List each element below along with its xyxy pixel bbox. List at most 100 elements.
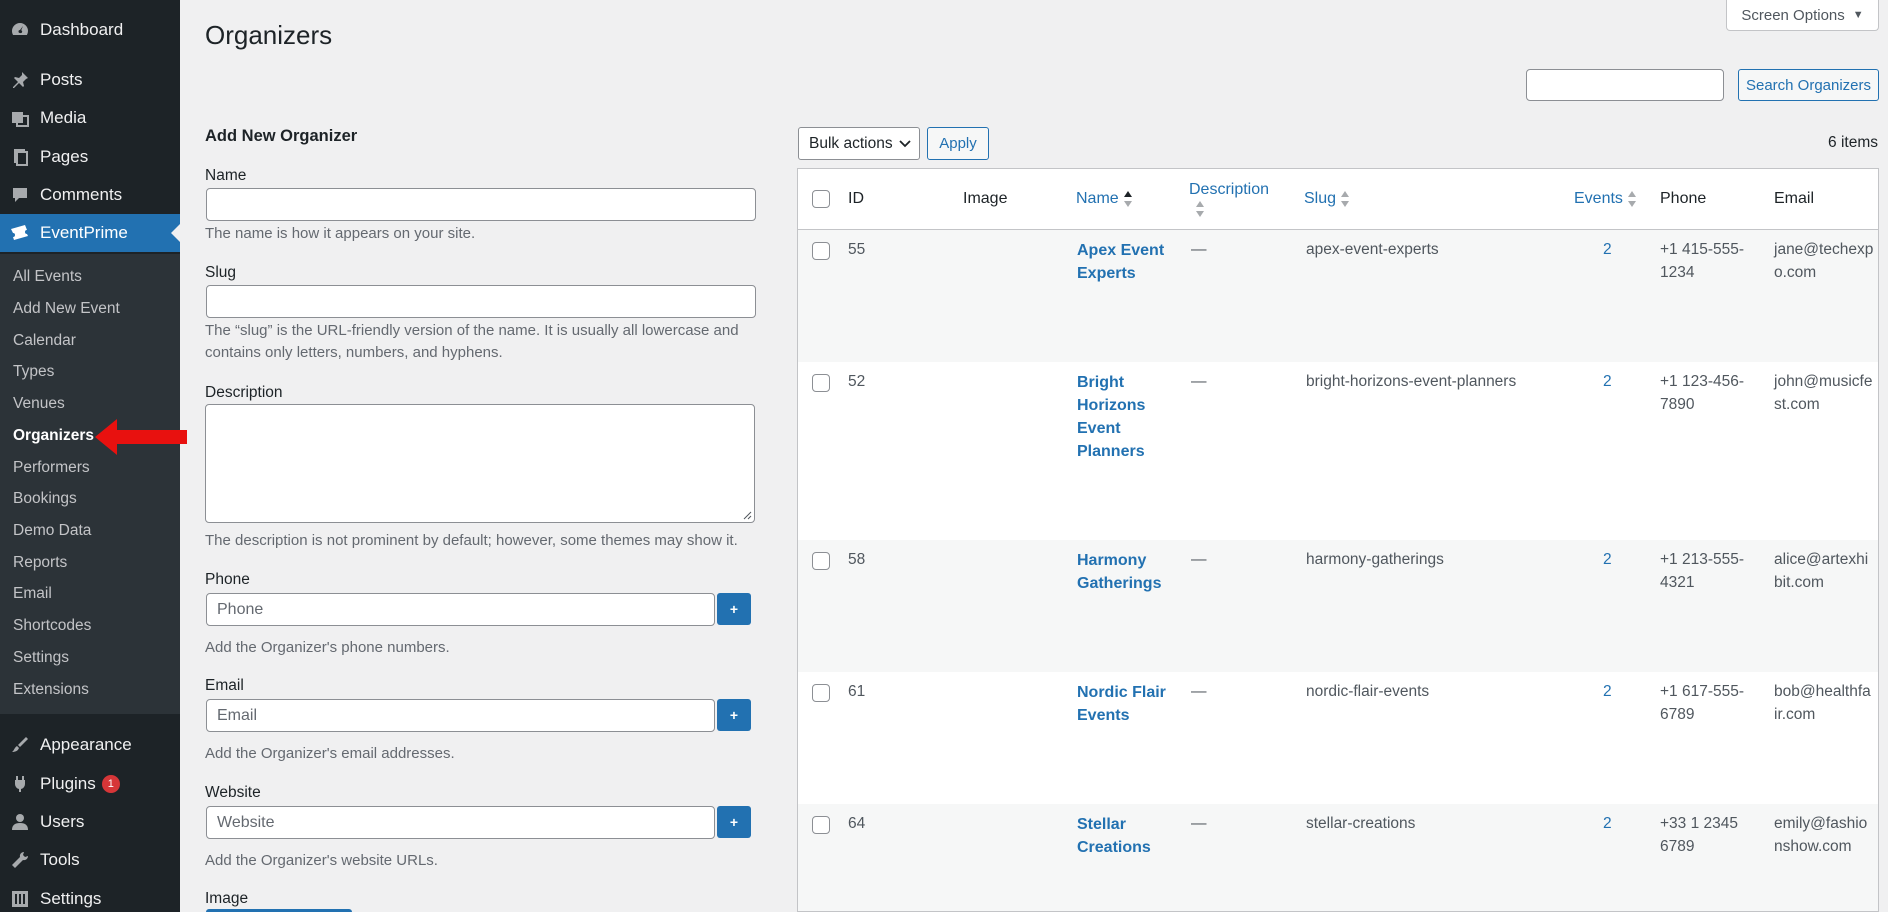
menu-comments[interactable]: Comments bbox=[0, 176, 180, 214]
submenu-email[interactable]: Email bbox=[13, 585, 52, 603]
website-help: Add the Organizer's website URLs. bbox=[205, 852, 438, 869]
column-slug-sort[interactable]: Slug bbox=[1304, 169, 1350, 229]
website-input[interactable]: Website bbox=[206, 806, 715, 839]
menu-users[interactable]: Users bbox=[0, 803, 180, 841]
table-row: 52 Bright Horizons Event Planners — brig… bbox=[798, 362, 1878, 540]
row-checkbox[interactable] bbox=[812, 684, 830, 702]
description-textarea[interactable] bbox=[205, 404, 755, 523]
phone-line: 4321 bbox=[1660, 574, 1695, 591]
media-icon bbox=[0, 108, 40, 128]
menu-plugins[interactable]: Plugins 1 bbox=[0, 765, 180, 803]
menu-dashboard[interactable]: Dashboard bbox=[0, 11, 180, 49]
menu-eventprime[interactable]: EventPrime bbox=[0, 214, 180, 252]
submenu-bookings[interactable]: Bookings bbox=[13, 490, 77, 508]
name-input[interactable] bbox=[206, 188, 756, 221]
tickets-icon bbox=[0, 223, 40, 243]
menu-posts[interactable]: Posts bbox=[0, 61, 180, 99]
email-line: emily@fashio bbox=[1774, 815, 1868, 832]
search-input[interactable] bbox=[1526, 69, 1724, 101]
organizer-name-link[interactable]: Apex Event Experts bbox=[1077, 239, 1164, 285]
name-line: Creations bbox=[1077, 839, 1151, 856]
apply-button[interactable]: Apply bbox=[927, 127, 989, 160]
menu-label: Settings bbox=[40, 889, 102, 908]
row-checkbox[interactable] bbox=[812, 374, 830, 392]
search-organizers-button[interactable]: Search Organizers bbox=[1738, 69, 1879, 101]
submenu-venues[interactable]: Venues bbox=[13, 395, 65, 413]
organizer-name-link[interactable]: Nordic Flair Events bbox=[1077, 681, 1166, 727]
email-input[interactable]: Email bbox=[206, 699, 715, 732]
tools-icon bbox=[0, 850, 40, 870]
table-row: 64 Stellar Creations — stellar-creations… bbox=[798, 804, 1878, 911]
menu-settings[interactable]: Settings bbox=[0, 880, 180, 912]
submenu-organizers[interactable]: Organizers bbox=[13, 427, 94, 445]
name-line: Experts bbox=[1077, 265, 1136, 282]
row-phone: +1 213-555- 4321 bbox=[1660, 548, 1744, 594]
row-id: 64 bbox=[848, 815, 866, 832]
menu-media[interactable]: Media bbox=[0, 99, 180, 137]
add-email-button[interactable]: + bbox=[717, 699, 751, 731]
menu-label: Comments bbox=[40, 185, 123, 204]
submenu-extensions[interactable]: Extensions bbox=[13, 681, 89, 699]
row-events-link[interactable]: 2 bbox=[1603, 370, 1612, 393]
menu-appearance[interactable]: Appearance bbox=[0, 726, 180, 764]
screen-options-label: Screen Options bbox=[1741, 6, 1845, 24]
submenu-reports[interactable]: Reports bbox=[13, 554, 67, 572]
submenu-add-new-event[interactable]: Add New Event bbox=[13, 300, 120, 318]
pages-icon bbox=[0, 147, 40, 167]
submenu-demo-data[interactable]: Demo Data bbox=[13, 522, 91, 540]
row-checkbox[interactable] bbox=[812, 242, 830, 260]
add-phone-button[interactable]: + bbox=[717, 593, 751, 625]
submenu-performers[interactable]: Performers bbox=[13, 459, 90, 477]
row-events-link[interactable]: 2 bbox=[1603, 238, 1612, 261]
name-line: Planners bbox=[1077, 443, 1145, 460]
email-line: bit.com bbox=[1774, 574, 1824, 591]
organizer-name-link[interactable]: Bright Horizons Event Planners bbox=[1077, 371, 1145, 463]
menu-label: Pages bbox=[40, 147, 89, 166]
caret-down-icon: ▼ bbox=[1852, 9, 1864, 21]
column-name-sort[interactable]: Name bbox=[1076, 169, 1133, 229]
column-description-sort[interactable]: Description bbox=[1189, 169, 1269, 229]
select-all-checkbox[interactable] bbox=[812, 190, 830, 208]
submenu-settings[interactable]: Settings bbox=[13, 649, 69, 667]
settings-icon bbox=[0, 889, 40, 909]
slug-help-line2: contains only letters, numbers, and hyph… bbox=[205, 344, 503, 361]
email-help: Add the Organizer's email addresses. bbox=[205, 745, 455, 762]
description-label: Description bbox=[205, 384, 283, 401]
red-arrow-icon bbox=[95, 419, 187, 455]
row-events-link[interactable]: 2 bbox=[1603, 680, 1612, 703]
screen-options-button[interactable]: Screen Options ▼ bbox=[1726, 0, 1879, 31]
column-events-sort[interactable]: Events bbox=[1574, 169, 1637, 229]
phone-help: Add the Organizer's phone numbers. bbox=[205, 639, 450, 656]
submenu-all-events[interactable]: All Events bbox=[13, 268, 82, 286]
row-email: bob@healthfa ir.com bbox=[1774, 680, 1871, 726]
resize-handle-icon[interactable] bbox=[742, 510, 752, 520]
phone-line: +1 415-555- bbox=[1660, 241, 1745, 258]
bulk-actions-select[interactable]: Bulk actions bbox=[798, 127, 920, 160]
name-line: Stellar bbox=[1077, 816, 1126, 833]
phone-line: 1234 bbox=[1660, 264, 1695, 281]
row-phone: +33 1 2345 6789 bbox=[1660, 812, 1738, 858]
slug-input[interactable] bbox=[206, 285, 756, 318]
row-checkbox[interactable] bbox=[812, 816, 830, 834]
row-checkbox[interactable] bbox=[812, 552, 830, 570]
submenu-calendar[interactable]: Calendar bbox=[13, 332, 76, 350]
phone-input[interactable]: Phone bbox=[206, 593, 715, 626]
submenu-shortcodes[interactable]: Shortcodes bbox=[13, 617, 91, 635]
row-events-link[interactable]: 2 bbox=[1603, 548, 1612, 571]
menu-tools[interactable]: Tools bbox=[0, 841, 180, 879]
phone-line: +1 123-456- bbox=[1660, 373, 1745, 390]
submenu-types[interactable]: Types bbox=[13, 363, 54, 381]
phone-line: 7890 bbox=[1660, 396, 1695, 413]
organizer-name-link[interactable]: Stellar Creations bbox=[1077, 813, 1151, 859]
menu-pages[interactable]: Pages bbox=[0, 138, 180, 176]
name-line: Horizons bbox=[1077, 397, 1146, 414]
name-help: The name is how it appears on your site. bbox=[205, 225, 476, 242]
organizer-name-link[interactable]: Harmony Gatherings bbox=[1077, 549, 1161, 595]
plugins-icon bbox=[0, 774, 40, 794]
row-events-link[interactable]: 2 bbox=[1603, 812, 1612, 835]
organizers-table: ID Image Name Description Slug Events Ph… bbox=[797, 168, 1879, 912]
add-website-button[interactable]: + bbox=[717, 806, 751, 838]
name-line: Bright bbox=[1077, 374, 1125, 391]
menu-label: Plugins bbox=[40, 774, 96, 793]
name-line: Nordic Flair bbox=[1077, 684, 1166, 701]
